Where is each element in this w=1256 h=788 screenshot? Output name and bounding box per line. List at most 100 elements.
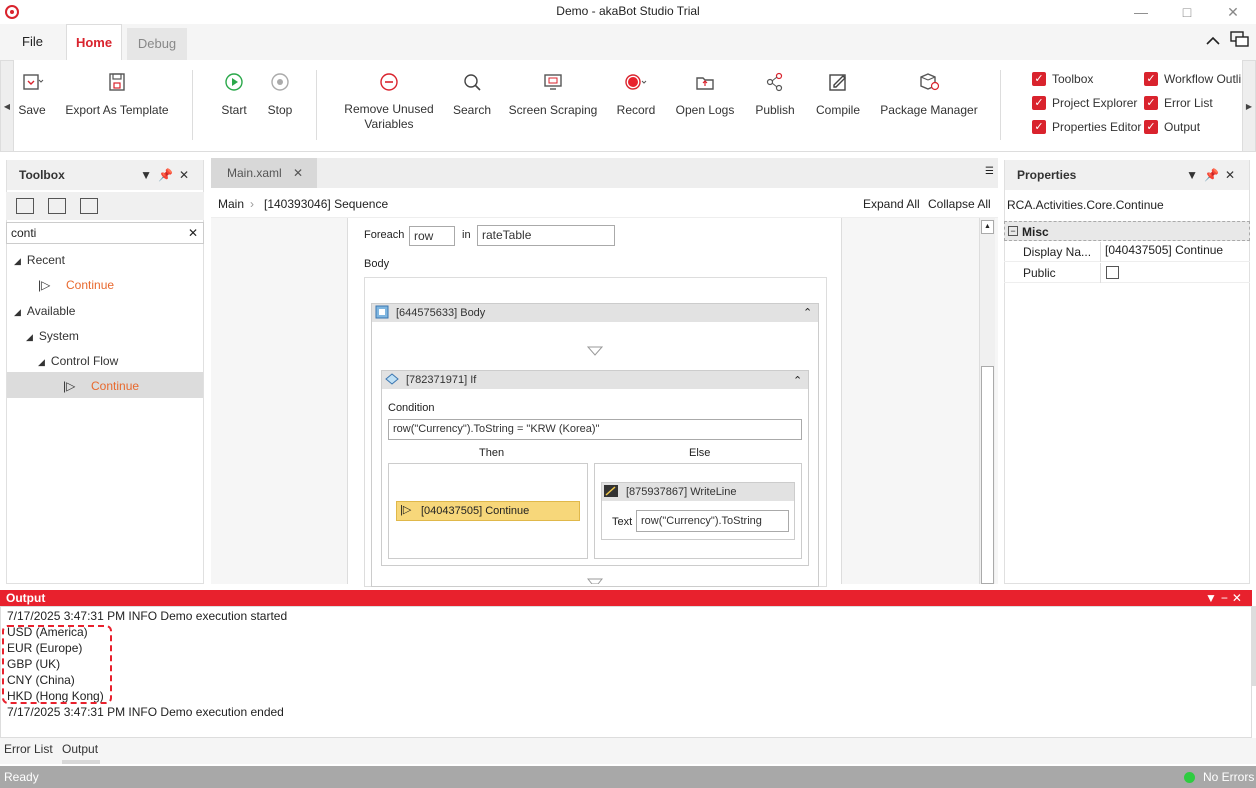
scroll-thumb[interactable] (981, 366, 994, 584)
error-count-text: No Errors (1203, 770, 1255, 784)
text-field[interactable]: row("Currency").ToString (636, 510, 789, 532)
close-tab-icon[interactable]: ✕ (293, 158, 303, 188)
display-name-value[interactable]: [040437505] Continue (1105, 240, 1223, 260)
share-icon (766, 72, 783, 92)
tree-item-continue[interactable]: |▷ Continue (63, 379, 139, 393)
status-text: Ready (4, 770, 39, 784)
publish-button[interactable]: Publish (752, 68, 798, 118)
collapse-category-icon[interactable]: − (1008, 226, 1018, 236)
collapse-chevron-icon[interactable]: ⌃ (793, 374, 802, 387)
continue-activity-icon: |▷ (38, 278, 51, 292)
panel-controls[interactable]: ▼📌✕ (1186, 160, 1241, 190)
collapse-ribbon-icon[interactable] (1205, 34, 1221, 46)
public-checkbox[interactable] (1106, 266, 1119, 279)
maximize-icon[interactable]: □ (1172, 2, 1202, 22)
writeline-header[interactable]: [875937867] WriteLine (602, 483, 794, 501)
save-button[interactable]: Save (16, 68, 48, 118)
comments-icon[interactable] (1230, 31, 1250, 49)
panel-controls[interactable]: ▼📌✕ (140, 160, 195, 190)
toolbox-checkbox[interactable]: ✓ Toolbox (1032, 72, 1093, 86)
stop-button[interactable]: Stop (262, 68, 298, 118)
toolbox-toolbar (6, 192, 204, 220)
expand-all-icon[interactable] (16, 198, 34, 214)
close-icon[interactable]: ✕ (1218, 2, 1248, 22)
screen-scraping-button[interactable]: Screen Scraping (508, 68, 598, 118)
workflow-outline-checkbox[interactable]: ✓ Workflow Outli (1144, 72, 1242, 86)
output-scrollbar[interactable] (1252, 606, 1256, 686)
export-as-template-button[interactable]: Export As Template (62, 68, 172, 118)
tab-file[interactable]: File (10, 24, 55, 60)
highlight-annotation (2, 625, 112, 704)
foreach-variable-field[interactable]: row (409, 226, 455, 246)
property-row-display-name[interactable]: Display Na... [040437505] Continue (1004, 242, 1250, 262)
tree-recent[interactable]: ◢ Recent (14, 253, 65, 267)
ribbon-scroll-left[interactable]: ◀ (0, 60, 14, 152)
search-icon (464, 74, 481, 91)
expand-all-link[interactable]: Expand All (863, 190, 920, 218)
checkmark-icon: ✓ (1032, 120, 1046, 134)
start-button[interactable]: Start (216, 68, 252, 118)
condition-field[interactable]: row("Currency").ToString = "KRW (Korea)" (388, 419, 802, 440)
tab-main-xaml[interactable]: Main.xaml ✕ (211, 158, 317, 188)
collapse-all-icon[interactable] (48, 198, 66, 214)
status-bar: Ready No Errors (0, 766, 1256, 788)
tab-menu-icon[interactable]: ☰ (985, 166, 994, 177)
tree-item-continue-recent[interactable]: |▷ Continue (38, 278, 114, 292)
toolbox-search-input[interactable]: conti ✕ (6, 222, 204, 244)
checkmark-icon: ✓ (1032, 72, 1046, 86)
export-template-icon (109, 73, 125, 91)
panel-controls[interactable]: ▼−✕ (1205, 590, 1246, 606)
project-explorer-checkbox[interactable]: ✓ Project Explorer (1032, 96, 1137, 110)
tab-error-list[interactable]: Error List (4, 742, 53, 756)
stop-icon (271, 73, 289, 91)
active-tab-indicator (62, 760, 100, 764)
properties-category-misc[interactable]: − Misc (1004, 221, 1250, 241)
continue-activity[interactable]: [040437505] Continue (396, 501, 580, 521)
property-row-public[interactable]: Public (1004, 263, 1250, 283)
minimize-icon[interactable]: — (1126, 2, 1156, 22)
canvas-vertical-scrollbar[interactable]: ▲ (979, 218, 995, 584)
body-sequence-header[interactable]: [644575633] Body (372, 304, 818, 322)
document-tab-strip: ☰ (211, 158, 998, 188)
if-activity-header[interactable]: [782371971] If (382, 371, 808, 389)
properties-editor-checkbox[interactable]: ✓ Properties Editor (1032, 120, 1141, 134)
list-view-icon[interactable] (80, 198, 98, 214)
sequence-icon (375, 305, 389, 319)
collapse-chevron-icon[interactable]: ⌃ (803, 306, 812, 319)
properties-type-name: RCA.Activities.Core.Continue (1007, 198, 1164, 212)
compile-button[interactable]: Compile (812, 68, 864, 118)
package-manager-button[interactable]: Package Manager (878, 68, 980, 118)
remove-unused-variables-button[interactable]: Remove Unused Variables (340, 68, 438, 132)
ribbon: ◀ ▶ Save Export As Template Start Stop R… (0, 60, 1256, 152)
output-panel-header: Output ▼−✕ (0, 590, 1252, 606)
error-list-checkbox[interactable]: ✓ Error List (1144, 96, 1213, 110)
compile-icon (829, 74, 846, 91)
foreach-collection-field[interactable]: rateTable (477, 225, 615, 246)
tab-home[interactable]: Home (66, 24, 122, 61)
checkmark-icon: ✓ (1032, 96, 1046, 110)
toolbox-header: Toolbox ▼📌✕ (7, 160, 203, 190)
menu-tabs: File Home Debug (0, 24, 1256, 61)
open-logs-button[interactable]: Open Logs (674, 68, 736, 118)
properties-header: Properties ▼📌✕ (1005, 160, 1249, 190)
tree-system[interactable]: ◢ System (26, 329, 79, 343)
status-ok-icon (1184, 772, 1195, 783)
clear-search-icon[interactable]: ✕ (188, 223, 198, 243)
breadcrumb-main[interactable]: Main (218, 190, 244, 218)
drop-target-arrow-icon (587, 346, 603, 356)
tree-control-flow[interactable]: ◢ Control Flow (38, 354, 118, 368)
output-checkbox[interactable]: ✓ Output (1144, 120, 1200, 134)
collapse-all-link[interactable]: Collapse All (928, 190, 991, 218)
tab-output[interactable]: Output (62, 742, 98, 756)
body-label: Body (364, 258, 390, 270)
record-icon (625, 74, 647, 90)
scroll-up-icon[interactable]: ▲ (981, 220, 994, 234)
search-button[interactable]: Search (450, 68, 494, 118)
record-button[interactable]: Record (614, 68, 658, 118)
tree-available[interactable]: ◢ Available (14, 304, 75, 318)
checkmark-icon: ✓ (1144, 72, 1158, 86)
tab-debug[interactable]: Debug (127, 28, 187, 60)
continue-activity-icon: |▷ (400, 504, 412, 516)
breadcrumb-sequence[interactable]: [140393046] Sequence (264, 190, 388, 218)
ribbon-scroll-right[interactable]: ▶ (1242, 60, 1256, 152)
